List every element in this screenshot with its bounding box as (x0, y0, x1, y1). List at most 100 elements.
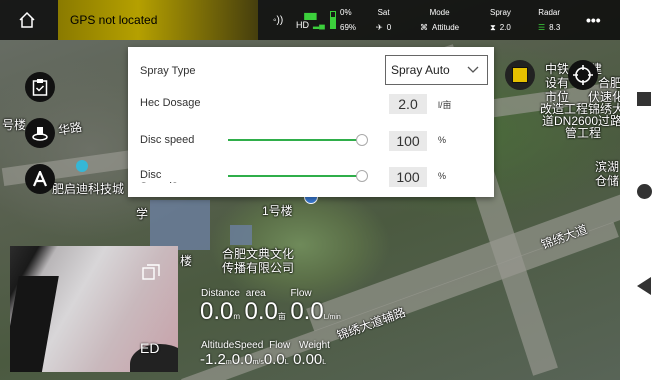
radar-icon: ☰ (538, 23, 546, 32)
camera-label: ED (140, 340, 160, 356)
disc-speed2-track (228, 175, 360, 177)
gps-status-text: GPS not located (70, 13, 158, 27)
mode-label: Mode (429, 8, 450, 17)
locate-button[interactable] (568, 60, 598, 90)
altitude-value: -1.2 (200, 351, 226, 368)
weight-unit: L (322, 359, 327, 366)
disc-speed-unit: % (438, 135, 447, 145)
map-label: 华路 (57, 120, 84, 138)
map-building (150, 200, 210, 250)
disc-speed-input[interactable]: 100 (389, 131, 427, 151)
signal-indicator: ◦)) (273, 0, 283, 40)
telemetry-row2-labels: AltitudeSpeed Flow Weight (201, 340, 330, 351)
camera-swap-button[interactable] (142, 264, 160, 280)
spray-indicator: Spray ⧗ 2.0 (490, 0, 511, 40)
altitude-label: Altitude (201, 340, 235, 351)
map-label: 管工程 (565, 126, 602, 140)
camera-preview[interactable]: ED (10, 246, 178, 372)
signal-bars-icon: ▂▄ (313, 20, 325, 29)
home-icon (19, 11, 35, 28)
more-button[interactable]: ••• (586, 0, 601, 40)
more-icon: ••• (586, 12, 601, 28)
flow2-unit: L (284, 359, 289, 366)
map-label: 肥启迪科技城 (52, 182, 125, 196)
flow-value: 0.0 (290, 298, 324, 325)
disc-speed-handle[interactable] (356, 134, 368, 146)
battery-top: 0% (340, 8, 352, 17)
disc-speed2-input[interactable]: 100 (389, 167, 427, 187)
radar-label: Radar (538, 8, 561, 17)
back-button[interactable] (637, 277, 651, 295)
disc-speed-slider[interactable] (228, 132, 373, 148)
spray-mode-button[interactable] (25, 118, 55, 148)
speed-label: Speed (234, 340, 264, 351)
spray-type-label: Spray Type (140, 65, 196, 77)
crosshair-icon (573, 65, 593, 85)
satellite-icon: ✈ (376, 23, 383, 32)
weight-label: Weight (298, 340, 330, 351)
spray-label: Spray (490, 7, 511, 17)
layer-button[interactable] (505, 60, 535, 90)
spray-type-value: Spray Auto (391, 63, 450, 77)
sat-value: 0 (386, 23, 392, 32)
auto-button[interactable] (25, 164, 55, 194)
distance-unit: m (233, 312, 241, 321)
speed-value: 0.0 (231, 351, 253, 368)
spray-tank-icon (32, 127, 48, 141)
disc-speed-value: 100 (396, 133, 420, 149)
weight-value: 0.00 (293, 351, 323, 368)
map-pin-icon (76, 160, 88, 172)
camera-frame-dark (10, 276, 59, 372)
map-view[interactable]: 中铁 境建 设有 合肥 市位 伏速化 改造工程锦绣大 道DN2600过路 管工程… (0, 0, 620, 380)
area-value: 0.0 (244, 298, 278, 325)
mode-indicator: Mode ⌘ Attitude (420, 0, 459, 40)
flow2-label: Flow (269, 340, 291, 351)
system-navigation-bar (620, 0, 671, 380)
map-road (306, 192, 620, 332)
battery-indicator: 0% 69% (330, 0, 356, 40)
map-label: 仓储 (595, 174, 620, 188)
disc-speed-label: Disc speed (140, 134, 195, 146)
telemetry-row2-values: -1.2m0.0m/s0.0L 0.00L (200, 351, 326, 369)
map-layer-icon (512, 67, 528, 83)
mode-value: Attitude (432, 23, 460, 32)
radar-value: 8.3 (549, 23, 561, 32)
task-button[interactable] (25, 72, 55, 102)
disc-speed2-unit: % (438, 171, 447, 181)
rc-icon: ▆▆ (304, 10, 317, 20)
spray-type-select[interactable]: Spray Auto (385, 55, 488, 85)
home-button[interactable] (0, 0, 54, 40)
hourglass-icon: ⧗ (490, 22, 496, 32)
home-nav-button[interactable] (637, 184, 652, 199)
speed-unit: m/s (252, 359, 264, 366)
map-label: 传播有限公司 (222, 261, 295, 275)
disc-speed2-label: Disc Speed2 (140, 169, 178, 183)
distance-value: 0.0 (200, 298, 234, 325)
map-building (230, 225, 252, 245)
hd-label: HD (296, 19, 309, 30)
sat-label: Sat (377, 8, 390, 17)
flow2-value: 0.0 (263, 351, 285, 368)
link-quality-indicator: ▆▆ HD ▂▄ (296, 0, 325, 40)
disc-speed2-value: 100 (396, 169, 420, 185)
clipboard-icon (32, 79, 48, 96)
battery-bottom: 69% (340, 23, 357, 32)
disc-speed2-slider[interactable] (228, 168, 373, 184)
telemetry-row1-values: 0.0m 0.0亩 0.0L/min (200, 298, 341, 326)
hec-dosage-input[interactable]: 2.0 (389, 94, 427, 114)
area-unit: 亩 (277, 312, 286, 321)
map-label: 学 (136, 207, 149, 221)
gps-status-banner: GPS not located (58, 0, 258, 40)
hec-dosage-label: Hec Dosage (140, 97, 201, 109)
disc-speed-track (228, 139, 360, 141)
disc-speed2-handle[interactable] (356, 170, 368, 182)
map-label: 楼 (180, 254, 193, 268)
map-label: 1号楼 (262, 204, 293, 218)
letter-a-icon (32, 171, 48, 187)
sat-indicator: Sat ✈ 0 (376, 0, 391, 40)
flow-unit: L/min (323, 314, 341, 321)
drone-icon: ⌘ (420, 23, 428, 32)
recents-button[interactable] (637, 92, 651, 106)
chevron-down-icon (467, 66, 479, 73)
radar-indicator: Radar ☰ 8.3 (538, 0, 560, 40)
